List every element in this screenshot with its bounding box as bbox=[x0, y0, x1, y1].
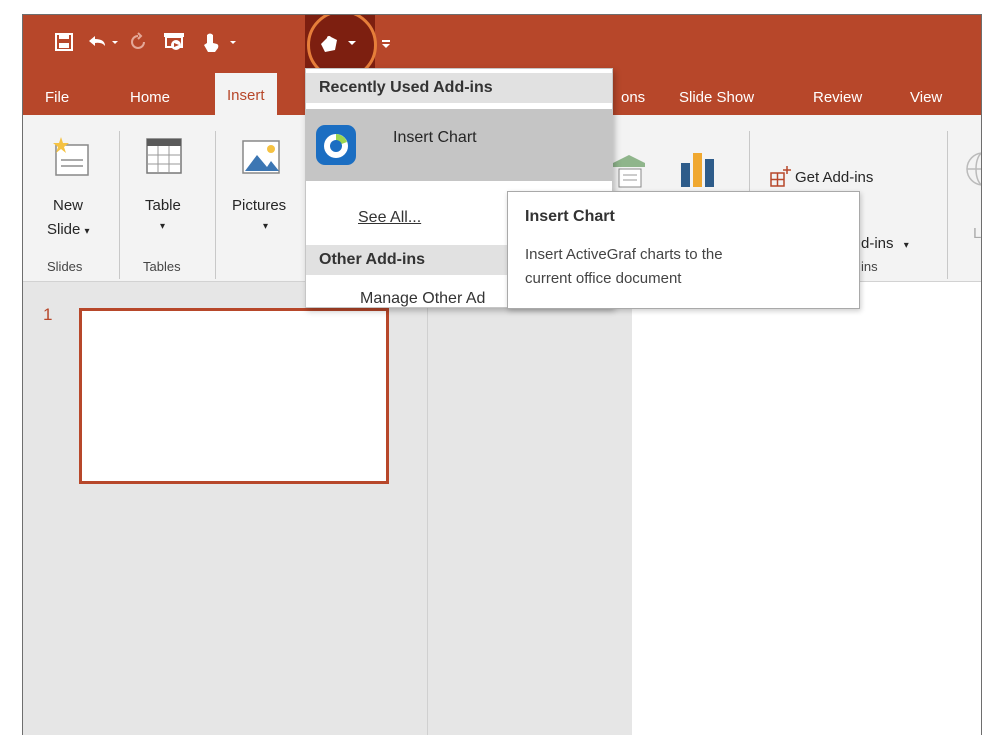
undo-icon[interactable] bbox=[85, 31, 119, 53]
group-label-tables: Tables bbox=[143, 259, 181, 274]
tooltip-line-1: Insert ActiveGraf charts to the bbox=[525, 246, 723, 263]
tooltip-line-2: current office document bbox=[525, 270, 682, 287]
table-label[interactable]: Table bbox=[145, 197, 181, 214]
activegraf-icon bbox=[316, 125, 356, 170]
middle-pane bbox=[427, 282, 633, 735]
chart-icon[interactable] bbox=[679, 149, 719, 194]
new-slide-label[interactable]: New bbox=[53, 197, 83, 214]
slide-editor[interactable] bbox=[632, 282, 981, 735]
new-slide-label-2[interactable]: Slide ▾ bbox=[47, 221, 90, 238]
pictures-icon[interactable] bbox=[241, 139, 281, 180]
slide-number: 1 bbox=[43, 305, 53, 324]
slide-thumbnail[interactable] bbox=[79, 308, 389, 484]
pictures-label[interactable]: Pictures bbox=[232, 197, 286, 214]
manage-other-add-ins-item[interactable]: Manage Other Ad bbox=[360, 290, 485, 308]
tab-add-ins[interactable]: ons bbox=[621, 83, 645, 113]
get-add-ins-icon[interactable] bbox=[769, 166, 791, 193]
redo-icon[interactable] bbox=[127, 31, 149, 53]
globe-icon[interactable] bbox=[963, 149, 981, 194]
insert-chart-menu-item[interactable]: Insert Chart bbox=[306, 109, 612, 181]
group-label-slides: Slides bbox=[47, 259, 83, 274]
insert-chart-label: Insert Chart bbox=[393, 129, 477, 146]
tab-review[interactable]: Review bbox=[813, 83, 862, 113]
insert-chart-tooltip: Insert Chart Insert ActiveGraf charts to… bbox=[507, 191, 860, 309]
tab-file[interactable]: File bbox=[45, 83, 69, 113]
save-icon[interactable] bbox=[53, 31, 75, 53]
my-add-ins-button[interactable]: d-ins ▾ bbox=[861, 235, 909, 252]
see-all-menu-item[interactable]: See All... bbox=[358, 209, 421, 227]
presentation-icon[interactable] bbox=[161, 31, 187, 53]
tab-view[interactable]: View bbox=[910, 83, 942, 113]
recently-used-header: Recently Used Add-ins bbox=[306, 73, 612, 103]
tooltip-title: Insert Chart bbox=[525, 208, 615, 225]
group-label-add-ins: ins bbox=[861, 259, 878, 274]
table-dropdown-icon[interactable]: ▾ bbox=[160, 221, 165, 232]
powerpoint-window: File Home Insert ons Slide Show Review V… bbox=[22, 14, 982, 735]
touch-mode-icon[interactable] bbox=[199, 31, 239, 53]
tab-slide-show[interactable]: Slide Show bbox=[679, 83, 754, 113]
smartart-icon[interactable] bbox=[613, 155, 645, 196]
customize-icon[interactable] bbox=[379, 31, 393, 53]
partial-label: L bbox=[973, 225, 982, 242]
pictures-dropdown-icon[interactable]: ▾ bbox=[263, 221, 268, 232]
tab-home[interactable]: Home bbox=[130, 83, 170, 113]
table-icon[interactable] bbox=[145, 137, 183, 180]
get-add-ins-button[interactable]: Get Add-ins bbox=[795, 169, 873, 186]
tab-insert[interactable]: Insert bbox=[215, 73, 277, 115]
new-slide-icon[interactable] bbox=[53, 135, 91, 184]
